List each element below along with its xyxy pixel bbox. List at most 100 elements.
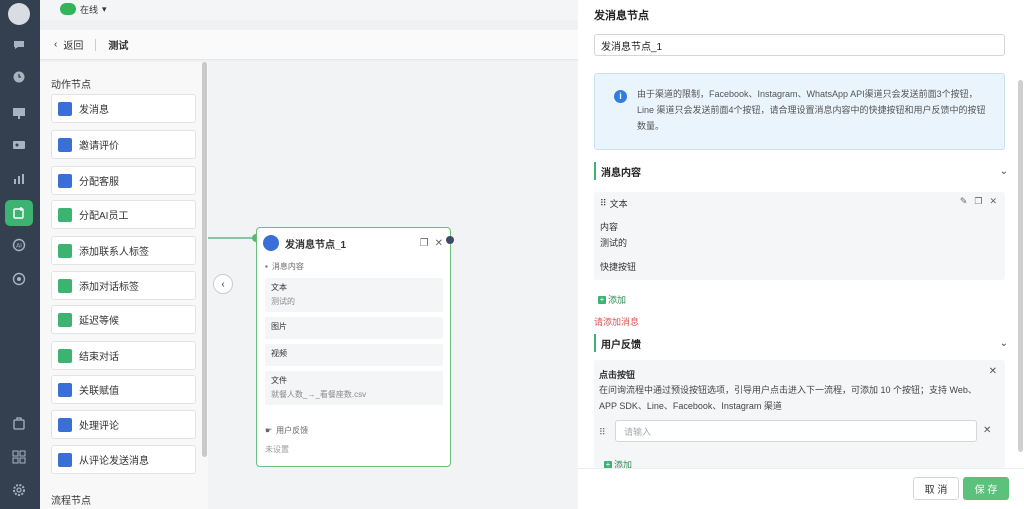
assign-agent-icon — [58, 173, 72, 188]
block-title: 文件 — [271, 376, 287, 385]
collapse-button[interactable]: ‹ — [213, 274, 233, 294]
palette-item-label: 添加对话标签 — [79, 282, 139, 293]
settings-gear-icon[interactable] — [10, 481, 28, 499]
flow-canvas[interactable]: ‹ 发消息节点_1 ❐ ✕ ▪ 消息内容 文本 测试的 图片 视频 文件 就餐人数_→_… — [208, 62, 578, 509]
palette-item-label: 关联赋值 — [79, 386, 119, 397]
message-type-label: 文本 — [609, 199, 628, 209]
copy-icon[interactable]: ❐ — [974, 196, 982, 207]
message-icon: ▪ — [265, 262, 268, 271]
close-icon[interactable]: ✕ — [989, 196, 997, 207]
comment-message-icon — [58, 452, 72, 467]
info-icon: i — [614, 90, 627, 103]
palette-scrollbar[interactable] — [202, 62, 207, 457]
button-label-input[interactable]: 请输入 — [615, 420, 977, 442]
content-value: 测试的 — [600, 238, 628, 248]
board-icon[interactable] — [10, 104, 28, 122]
avatar[interactable] — [8, 3, 30, 25]
node-content-text: 消息内容 — [271, 262, 304, 271]
breadcrumb: ‹ 返回 测试 — [40, 30, 578, 60]
drag-handle-icon[interactable]: ⠿ — [599, 427, 606, 438]
apps-icon[interactable] — [10, 448, 28, 466]
flow-editor: 在线 ▾ ‹ 返回 测试 动作节点 发消息 邀请评价 分配客服 分配AI员工 添… — [40, 0, 578, 509]
save-button[interactable]: 保 存 — [963, 477, 1009, 500]
palette-item[interactable]: 分配客服 — [51, 166, 196, 195]
palette-item[interactable]: 发消息 — [51, 94, 196, 123]
chevron-down-icon[interactable]: ⌄ — [1000, 166, 1008, 177]
palette-item-label: 分配客服 — [79, 177, 119, 188]
palette-item-label: 处理评论 — [79, 421, 119, 432]
back-label: 返回 — [63, 41, 84, 52]
section-title: 消息内容 — [601, 167, 641, 179]
drawer-scrollbar[interactable] — [1018, 80, 1023, 452]
node-block-image: 图片 — [265, 317, 443, 339]
svg-text:AI: AI — [16, 243, 22, 250]
top-bar: 在线 ▾ — [40, 0, 578, 20]
online-status[interactable]: 在线 ▾ — [60, 0, 107, 18]
end-conversation-icon — [58, 348, 72, 363]
node-block-file: 文件 就餐人数_→_看餐座数.csv — [265, 371, 443, 405]
caret-down-icon: ▾ — [102, 3, 107, 14]
palette-item[interactable]: 结束对话 — [51, 341, 196, 370]
contact-card-icon[interactable] — [10, 136, 28, 154]
palette-item[interactable]: 从评论发送消息 — [51, 445, 196, 474]
edit-icon[interactable]: ✎ — [960, 196, 968, 207]
target-icon[interactable] — [10, 270, 28, 288]
node-content-label: ▪ 消息内容 — [265, 261, 304, 272]
palette-item[interactable]: 添加对话标签 — [51, 271, 196, 300]
node-feedback-label: ☛ 用户反馈 — [265, 425, 308, 436]
node-block-video: 视频 — [265, 344, 443, 366]
copy-icon[interactable]: ❐ — [420, 238, 429, 249]
node-feedback-text: 用户反馈 — [276, 426, 309, 435]
alert-text: 由于渠道的限制，Facebook、Instagram、WhatsApp API渠… — [637, 89, 986, 131]
chat-icon[interactable] — [10, 36, 28, 54]
divider — [95, 38, 97, 51]
cancel-button[interactable]: 取 消 — [913, 477, 959, 500]
palette-item-label: 从评论发送消息 — [79, 456, 149, 467]
send-message-icon — [263, 235, 279, 251]
node-name-input[interactable]: 发消息节点_1 — [594, 34, 1005, 56]
palette-item-label: 结束对话 — [79, 352, 119, 363]
drag-handle-icon[interactable]: ⠿ — [600, 198, 607, 209]
icon-rail: AI — [0, 0, 40, 509]
close-icon[interactable]: ✕ — [989, 366, 997, 377]
node-block-text: 文本 测试的 — [265, 278, 443, 312]
comment-icon — [58, 417, 72, 432]
back-button[interactable]: ‹ 返回 — [54, 37, 83, 52]
message-node[interactable]: 发消息节点_1 ❐ ✕ ▪ 消息内容 文本 测试的 图片 视频 文件 就餐人数_→_看餐… — [256, 227, 451, 467]
bar-chart-icon[interactable] — [10, 170, 28, 188]
status-label: 在线 — [80, 4, 99, 15]
close-icon[interactable]: ✕ — [435, 238, 443, 249]
conversation-tag-icon — [58, 278, 72, 293]
palette-item-label: 分配AI员工 — [79, 211, 129, 222]
chevron-left-icon: ‹ — [221, 278, 225, 290]
add-label: 添加 — [608, 295, 627, 305]
block-value: 测试的 — [271, 297, 295, 306]
palette-item[interactable]: 邀请评价 — [51, 130, 196, 159]
drawer-title: 发消息节点 — [594, 10, 649, 22]
palette-item[interactable]: 关联赋值 — [51, 375, 196, 404]
message-card: ⠿ 文本 ✎ ❐ ✕ 内容 测试的 快捷按钮 — [594, 192, 1005, 280]
feedback-title: 点击按钮 — [599, 370, 636, 380]
message-content-section[interactable]: 消息内容 ⌄ — [594, 162, 1008, 180]
remove-button-icon[interactable]: ✕ — [983, 425, 991, 436]
add-message-button[interactable]: + 添加 — [598, 293, 626, 306]
user-feedback-section[interactable]: 用户反馈 ⌄ — [594, 334, 1008, 352]
bag-icon[interactable] — [10, 414, 28, 432]
feedback-card: 点击按钮 ✕ 在问询流程中通过预设按钮选项，引导用户点击进入下一流程，可添加 1… — [594, 360, 1005, 470]
palette-item[interactable]: 分配AI员工 — [51, 200, 196, 229]
channel-limit-alert: i 由于渠道的限制，Facebook、Instagram、WhatsApp AP… — [594, 73, 1005, 150]
chat-bubble-icon — [60, 3, 76, 15]
ai-icon[interactable]: AI — [10, 236, 28, 254]
palette-item[interactable]: 延迟等候 — [51, 305, 196, 334]
contact-tag-icon — [58, 243, 72, 258]
error-text: 请添加消息 — [594, 317, 640, 327]
content-field-label: 内容 — [600, 222, 619, 232]
output-port[interactable] — [446, 236, 454, 244]
palette-item[interactable]: 添加联系人标签 — [51, 236, 196, 265]
chevron-down-icon[interactable]: ⌄ — [1000, 338, 1008, 349]
clock-icon[interactable] — [10, 68, 28, 86]
flow-icon[interactable] — [5, 200, 33, 226]
palette-item[interactable]: 处理评论 — [51, 410, 196, 439]
flow-section-title: 流程节点 — [51, 496, 91, 507]
connection-edge — [208, 237, 256, 239]
